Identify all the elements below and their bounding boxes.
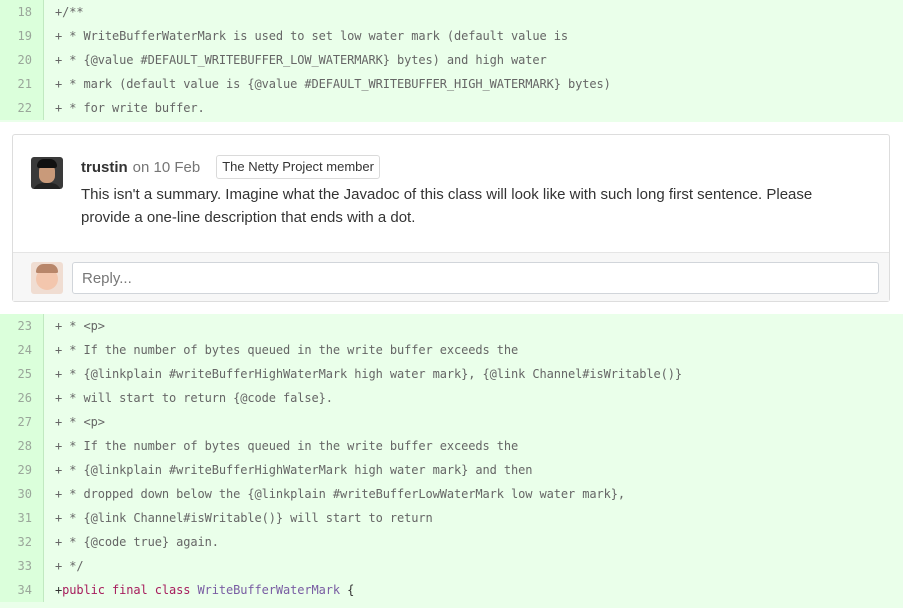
diff-line: 23 + * <p> [0, 314, 903, 338]
reply-avatar [31, 262, 63, 294]
code-text: + * If the number of bytes queued in the… [55, 343, 519, 357]
diff-line: 25 + * {@linkplain #writeBufferHighWaterM… [0, 362, 903, 386]
line-number[interactable]: 26 [0, 386, 44, 410]
code-text: +public final class WriteBufferWaterMark… [44, 578, 354, 602]
code-text: + * will start to return {@code false}. [55, 391, 333, 405]
code-text: + * If the number of bytes queued in the… [55, 439, 519, 453]
line-number[interactable]: 21 [0, 72, 44, 96]
diff-line: 27 + * <p> [0, 410, 903, 434]
keyword-public: public [62, 583, 105, 597]
open-brace: { [347, 583, 355, 597]
code-text: + */ [55, 559, 84, 573]
comment-header: trustin on 10 Feb The Netty Project memb… [81, 155, 380, 179]
line-number[interactable]: 23 [0, 314, 44, 338]
line-number[interactable]: 19 [0, 24, 44, 48]
diff-block-top: 18 +/** 19 + * WriteBufferWaterMark is used… [0, 0, 903, 120]
diff-line: 21 + * mark (default value is {@value #DE… [0, 72, 903, 96]
diff-line: 30 + * dropped down below the {@linkplain… [0, 482, 903, 506]
diff-line: 20 + * {@value #DEFAULT_WRITEBUFFER_LOW_W… [0, 48, 903, 72]
diff-line: 19 + * WriteBufferWaterMark is used to se… [0, 24, 903, 48]
line-number[interactable]: 29 [0, 458, 44, 482]
code-text: + * {@linkplain #writeBufferHighWaterMar… [55, 367, 682, 381]
class-name: WriteBufferWaterMark [197, 583, 341, 597]
diff-line: 33 + */ [0, 554, 903, 578]
comment-author[interactable]: trustin [81, 159, 128, 176]
reply-row [13, 252, 889, 301]
code-text: + * mark (default value is {@value #DEFA… [55, 77, 611, 91]
inline-comment-thread: trustin on 10 Feb The Netty Project memb… [0, 122, 903, 314]
line-number[interactable]: 32 [0, 530, 44, 554]
code-text: + * {@value #DEFAULT_WRITEBUFFER_LOW_WAT… [55, 53, 547, 67]
code-text: + * <p> [55, 415, 105, 429]
member-badge: The Netty Project member [216, 155, 380, 179]
code-text: +/** [55, 5, 84, 19]
code-text: + * dropped down below the {@linkplain #… [55, 487, 625, 501]
code-text: + * {@code true} again. [55, 535, 219, 549]
line-number[interactable]: 31 [0, 506, 44, 530]
line-number[interactable]: 25 [0, 362, 44, 386]
keyword-final: final [112, 583, 148, 597]
diff-line: 31 + * {@link Channel#isWritable()} will … [0, 506, 903, 530]
comment-text: This isn't a summary. Imagine what the J… [81, 186, 813, 226]
diff-line: 34 +public final class WriteBufferWaterMa… [0, 578, 903, 602]
diff-line: 29 + * {@linkplain #writeBufferHighWaterM… [0, 458, 903, 482]
code-text: + * <p> [55, 319, 105, 333]
line-number[interactable]: 28 [0, 434, 44, 458]
reply-input[interactable] [72, 262, 879, 294]
code-text: + * WriteBufferWaterMark is used to set … [55, 29, 568, 43]
comment-box: trustin on 10 Feb The Netty Project memb… [12, 134, 890, 302]
line-number[interactable]: 20 [0, 48, 44, 72]
line-number[interactable]: 22 [0, 96, 44, 120]
line-number[interactable]: 27 [0, 410, 44, 434]
code-text: + * {@link Channel#isWritable()} will st… [55, 511, 433, 525]
diff-line: 26 + * will start to return {@code false}… [0, 386, 903, 410]
code-text: + * {@linkplain #writeBufferHighWaterMar… [55, 463, 533, 477]
code-text: + * for write buffer. [55, 101, 205, 115]
diff-line: 28 + * If the number of bytes queued in t… [0, 434, 903, 458]
line-number[interactable]: 34 [0, 578, 44, 602]
avatar[interactable] [31, 157, 63, 189]
diff-block-bottom: 23 + * <p> 24 + * If the number of bytes qu… [0, 314, 903, 602]
diff-line: 18 +/** [0, 0, 903, 24]
line-number[interactable]: 18 [0, 0, 44, 24]
comment-body: trustin on 10 Feb The Netty Project memb… [13, 135, 889, 252]
diff-line: 32 + * {@code true} again. [0, 530, 903, 554]
comment-date[interactable]: on 10 Feb [133, 159, 201, 176]
line-number[interactable]: 30 [0, 482, 44, 506]
line-number[interactable]: 24 [0, 338, 44, 362]
line-number[interactable]: 33 [0, 554, 44, 578]
diff-line: 24 + * If the number of bytes queued in t… [0, 338, 903, 362]
keyword-class: class [154, 583, 191, 597]
diff-line: 22 + * for write buffer. [0, 96, 903, 120]
